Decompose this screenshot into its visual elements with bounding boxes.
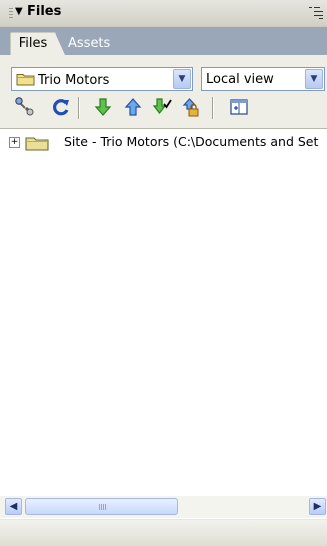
view-select-value: Local view [206,72,274,87]
check-in-icon[interactable] [181,96,203,118]
site-select[interactable]: Trio Motors ▼ [11,67,193,91]
grip-icon [99,504,107,510]
scroll-right-icon[interactable]: ▶ [309,498,326,515]
expand-toggle-icon[interactable]: + [9,137,20,148]
folder-icon [16,74,35,86]
panel-title: Files [27,4,62,19]
toolbar-separator [78,97,80,119]
gripper-icon[interactable] [9,8,13,20]
chevron-down-icon[interactable]: ▼ [173,69,191,89]
scroll-left-icon[interactable]: ◀ [5,498,22,515]
check-out-icon[interactable] [151,96,173,118]
controls-area: Trio Motors ▼ Local view ▼ [0,55,327,129]
folder-icon [25,137,49,151]
files-toolbar [14,95,314,121]
get-files-icon[interactable] [92,96,114,118]
tab-slope [55,33,65,55]
file-tree[interactable]: + Site - Trio Motors (C:\Documents and S… [0,129,327,496]
tab-files[interactable]: Files [10,32,56,56]
view-select[interactable]: Local view ▼ [201,67,325,91]
site-select-value-wrap: Trio Motors [16,72,109,88]
scrollbar-thumb[interactable] [25,498,178,515]
connect-icon[interactable] [14,96,36,118]
tab-assets[interactable]: Assets [68,33,110,55]
site-select-value: Trio Motors [38,73,110,88]
panel-footer [0,519,327,546]
triangle-down-icon[interactable]: ▼ [15,6,23,17]
panel-options-icon[interactable] [309,6,323,19]
put-files-icon[interactable] [122,96,144,118]
toolbar-separator [212,97,214,119]
tab-bar: Files Assets [0,27,327,56]
refresh-icon[interactable] [50,96,72,118]
panel-title-bar[interactable]: ▼ Files [0,0,327,27]
expand-site-icon[interactable] [228,96,250,118]
tree-item-label: Site - Trio Motors (C:\Documents and Set [64,134,319,149]
horizontal-scrollbar[interactable]: ◀ ▶ [0,496,327,518]
chevron-down-icon[interactable]: ▼ [305,69,323,89]
